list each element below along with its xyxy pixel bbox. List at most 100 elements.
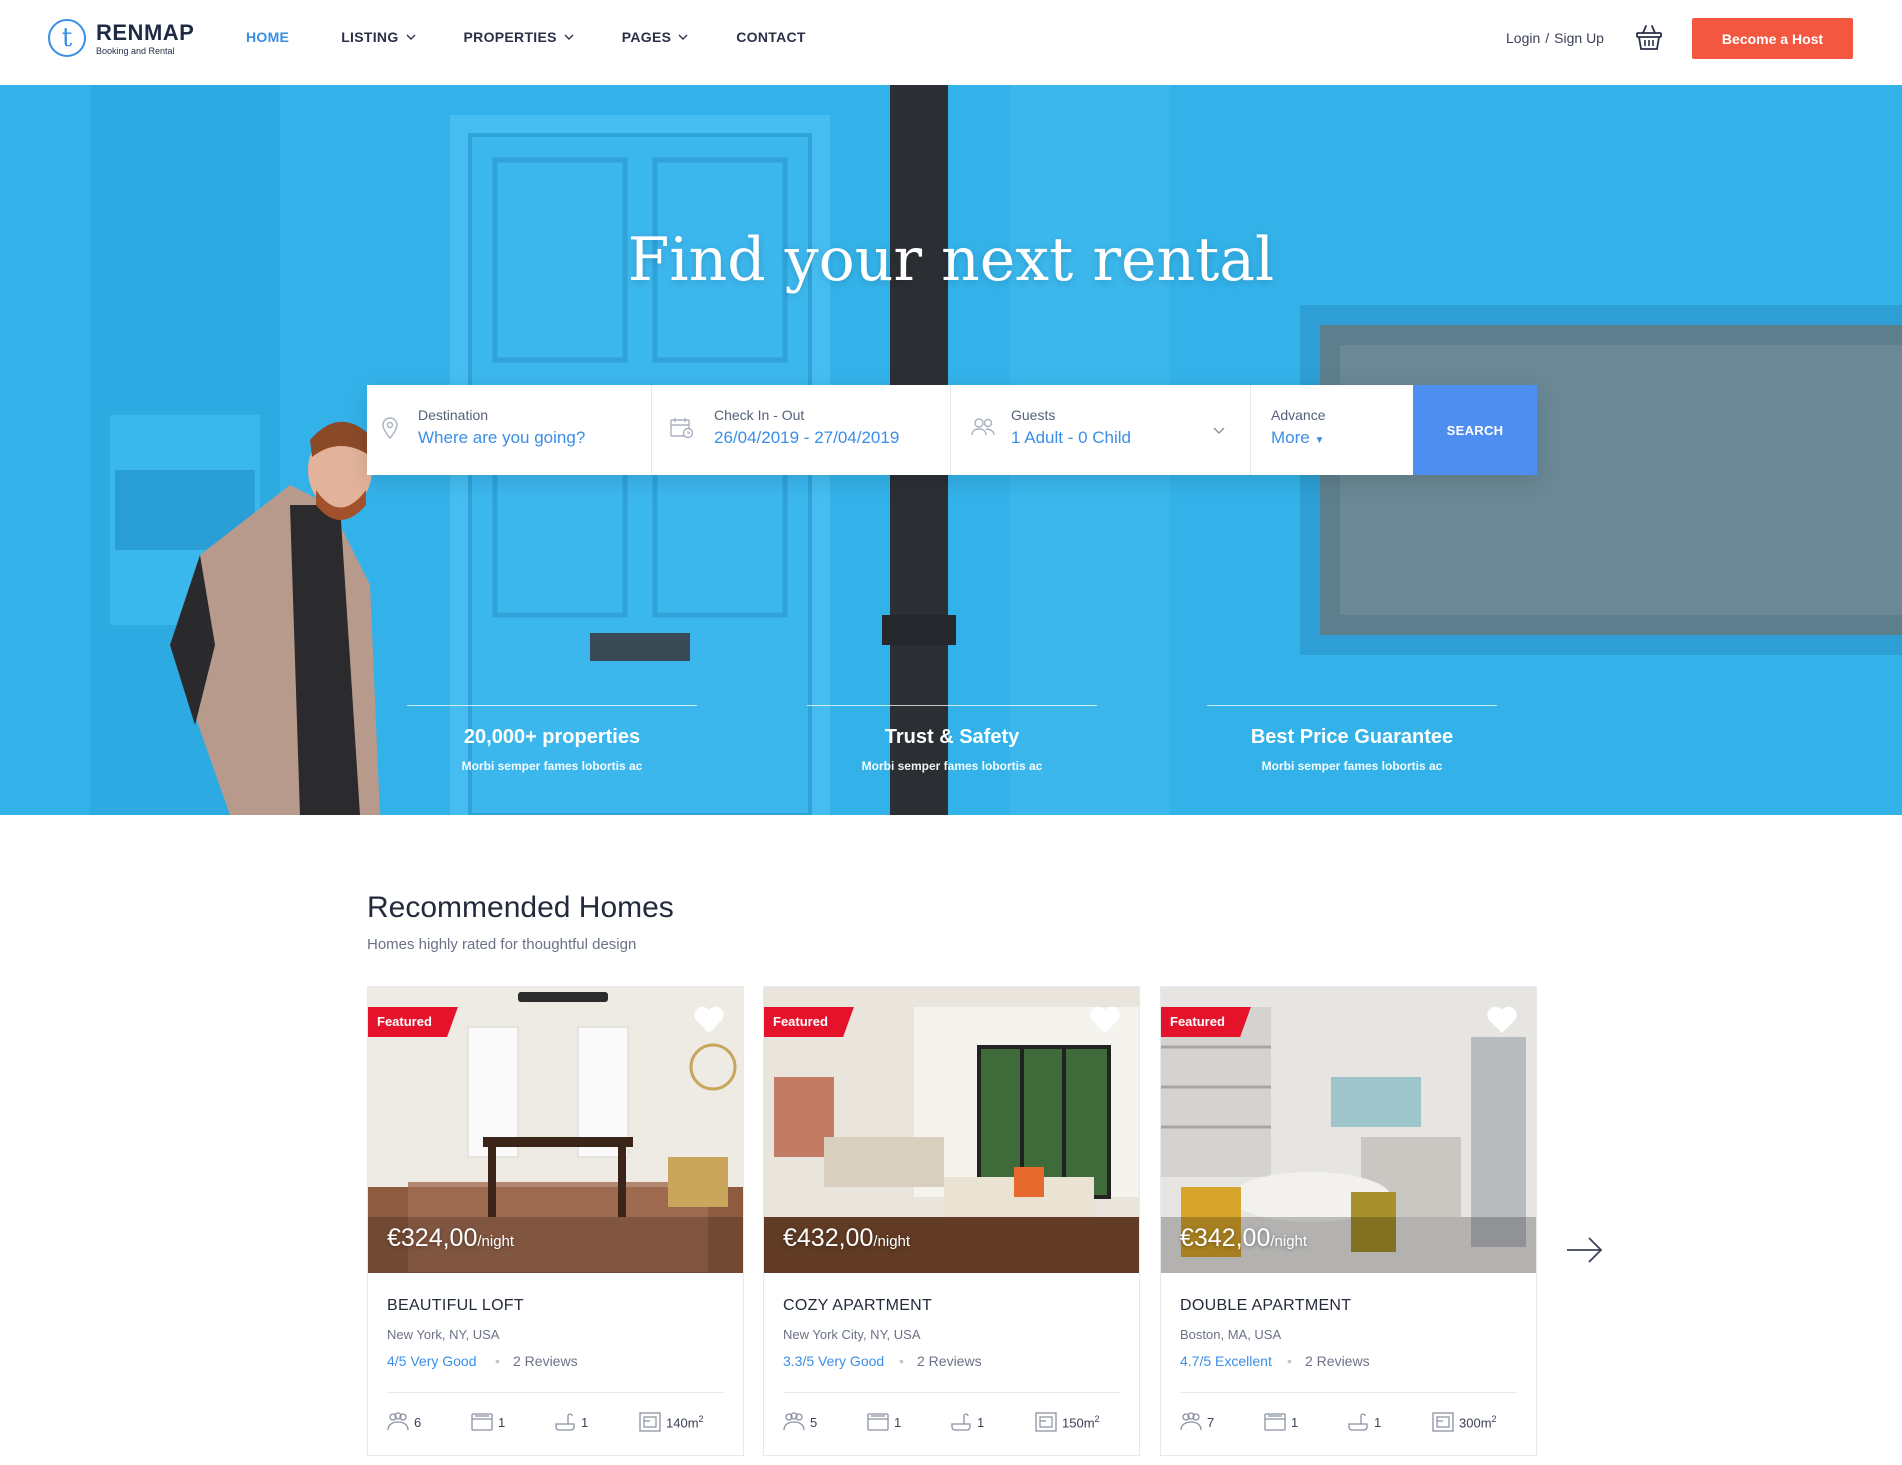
nav-pages[interactable]: PAGES <box>622 29 688 45</box>
guests-icon <box>783 1412 805 1431</box>
heart-icon[interactable] <box>1486 1005 1518 1035</box>
chevron-down-icon <box>564 34 574 40</box>
amenity-baths-count: 1 <box>977 1414 985 1430</box>
guests-icon <box>971 418 995 436</box>
feature-desc: Morbi semper fames lobortis ac <box>1261 759 1443 773</box>
nav-home[interactable]: HOME <box>246 29 289 45</box>
price-value: €432,00 <box>783 1224 874 1252</box>
listing-card[interactable]: Featured €342,00/night DOUBLE APARTMENT … <box>1160 986 1537 1456</box>
become-host-button[interactable]: Become a Host <box>1692 18 1853 59</box>
basket-icon[interactable] <box>1635 22 1663 52</box>
chevron-down-icon[interactable] <box>1213 427 1225 435</box>
date-input[interactable]: 26/04/2019 - 27/04/2019 <box>714 428 899 448</box>
heart-icon[interactable] <box>1089 1005 1121 1035</box>
signup-link[interactable]: Sign Up <box>1554 30 1604 46</box>
rating-separator: • <box>899 1353 904 1369</box>
feature-divider <box>407 705 697 706</box>
amenity-beds-count: 1 <box>894 1414 902 1430</box>
amenity-baths-count: 1 <box>1374 1414 1382 1430</box>
advance-more-toggle[interactable]: More ▼ <box>1271 428 1324 448</box>
nav-listing-label: LISTING <box>341 29 399 45</box>
area-number: 300m <box>1459 1415 1492 1431</box>
price-label: €342,00/night <box>1180 1224 1307 1253</box>
listing-location: New York, NY, USA <box>387 1327 500 1342</box>
listing-title[interactable]: COZY APARTMENT <box>783 1297 932 1315</box>
area-number: 150m <box>1062 1415 1095 1431</box>
card-divider <box>387 1392 724 1393</box>
listing-photo[interactable]: Featured €342,00/night <box>1161 987 1536 1273</box>
area-icon <box>1432 1412 1454 1432</box>
amenity-beds: 1 <box>1264 1412 1298 1432</box>
price-value: €342,00 <box>1180 1224 1271 1252</box>
listing-reviews[interactable]: 2 Reviews <box>513 1353 578 1369</box>
bed-icon <box>471 1413 493 1431</box>
nav-contact-label: CONTACT <box>736 29 806 45</box>
guests-select[interactable]: 1 Adult - 0 Child <box>1011 428 1131 448</box>
amenity-area: 300m2 <box>1432 1412 1497 1432</box>
amenity-baths: 1 <box>554 1412 588 1432</box>
destination-field[interactable]: Destination Where are you going? <box>367 385 652 475</box>
listing-photo[interactable]: Featured €324,00/night <box>368 987 743 1273</box>
bed-icon <box>867 1413 889 1431</box>
listing-title[interactable]: BEAUTIFUL LOFT <box>387 1297 524 1315</box>
nav-properties[interactable]: PROPERTIES <box>464 29 574 45</box>
calendar-icon <box>670 418 694 439</box>
main-nav: HOME LISTING PROPERTIES PAGES CONTACT <box>246 29 854 45</box>
nav-contact[interactable]: CONTACT <box>736 29 806 45</box>
amenity-guests-count: 6 <box>414 1414 422 1430</box>
price-label: €432,00/night <box>783 1224 910 1253</box>
listing-reviews[interactable]: 2 Reviews <box>917 1353 982 1369</box>
price-value: €324,00 <box>387 1224 478 1252</box>
guests-icon <box>387 1412 409 1431</box>
login-link[interactable]: Login <box>1506 30 1540 46</box>
site-header: t RENMAP Booking and Rental HOME LISTING… <box>0 0 1902 85</box>
listing-reviews[interactable]: 2 Reviews <box>1305 1353 1370 1369</box>
listing-card[interactable]: Featured €324,00/night BEAUTIFUL LOFT Ne… <box>367 986 744 1456</box>
area-exponent: 2 <box>1094 1413 1100 1424</box>
advance-field[interactable]: Advance More ▼ <box>1251 385 1413 475</box>
area-icon <box>639 1412 661 1432</box>
bath-icon <box>1348 1413 1368 1431</box>
logo[interactable]: t RENMAP Booking and Rental <box>48 19 194 57</box>
arrow-right-icon[interactable] <box>1565 1235 1605 1265</box>
nav-home-label: HOME <box>246 29 290 45</box>
price-unit: /night <box>1270 1233 1308 1250</box>
amenity-area-value: 300m2 <box>1459 1414 1497 1430</box>
amenity-area-value: 140m2 <box>666 1414 704 1430</box>
feature-item: 20,000+ properties Morbi semper fames lo… <box>407 705 697 773</box>
amenity-guests: 6 <box>387 1412 421 1432</box>
listing-location: Boston, MA, USA <box>1180 1327 1282 1342</box>
bath-icon <box>555 1413 575 1431</box>
price-unit: /night <box>477 1233 515 1250</box>
search-button[interactable]: SEARCH <box>1413 385 1537 475</box>
date-label: Check In - Out <box>714 407 805 423</box>
feature-title: Trust & Safety <box>884 726 1020 748</box>
rating-separator: • <box>1287 1353 1292 1369</box>
listing-card[interactable]: Featured €432,00/night COZY APARTMENT Ne… <box>763 986 1140 1456</box>
advance-more-label: More <box>1271 428 1310 447</box>
area-number: 140m <box>666 1415 699 1431</box>
amenity-beds: 1 <box>471 1412 505 1432</box>
guests-field[interactable]: Guests 1 Adult - 0 Child <box>951 385 1251 475</box>
destination-input[interactable]: Where are you going? <box>418 428 585 448</box>
date-field[interactable]: Check In - Out 26/04/2019 - 27/04/2019 <box>652 385 951 475</box>
caret-down-icon: ▼ <box>1314 435 1325 446</box>
amenity-beds-count: 1 <box>1291 1414 1299 1430</box>
nav-pages-label: PAGES <box>621 29 672 45</box>
card-divider <box>783 1392 1120 1393</box>
hero-features: 20,000+ properties Morbi semper fames lo… <box>0 705 1902 795</box>
price-unit: /night <box>873 1233 911 1250</box>
listing-photo[interactable]: Featured €432,00/night <box>764 987 1139 1273</box>
hero-section: Find your next rental Destination Where … <box>0 85 1902 815</box>
auth-links: Login / Sign Up <box>1506 30 1604 46</box>
area-icon <box>1035 1412 1057 1432</box>
amenity-guests: 5 <box>783 1412 817 1432</box>
price-label: €324,00/night <box>387 1224 514 1253</box>
heart-icon[interactable] <box>693 1005 725 1035</box>
amenity-beds-count: 1 <box>498 1414 506 1430</box>
nav-listing[interactable]: LISTING <box>341 29 416 45</box>
feature-divider <box>1207 705 1497 706</box>
auth-separator: / <box>1545 30 1550 46</box>
listing-title[interactable]: DOUBLE APARTMENT <box>1180 1297 1351 1315</box>
feature-title: 20,000+ properties <box>463 726 641 748</box>
